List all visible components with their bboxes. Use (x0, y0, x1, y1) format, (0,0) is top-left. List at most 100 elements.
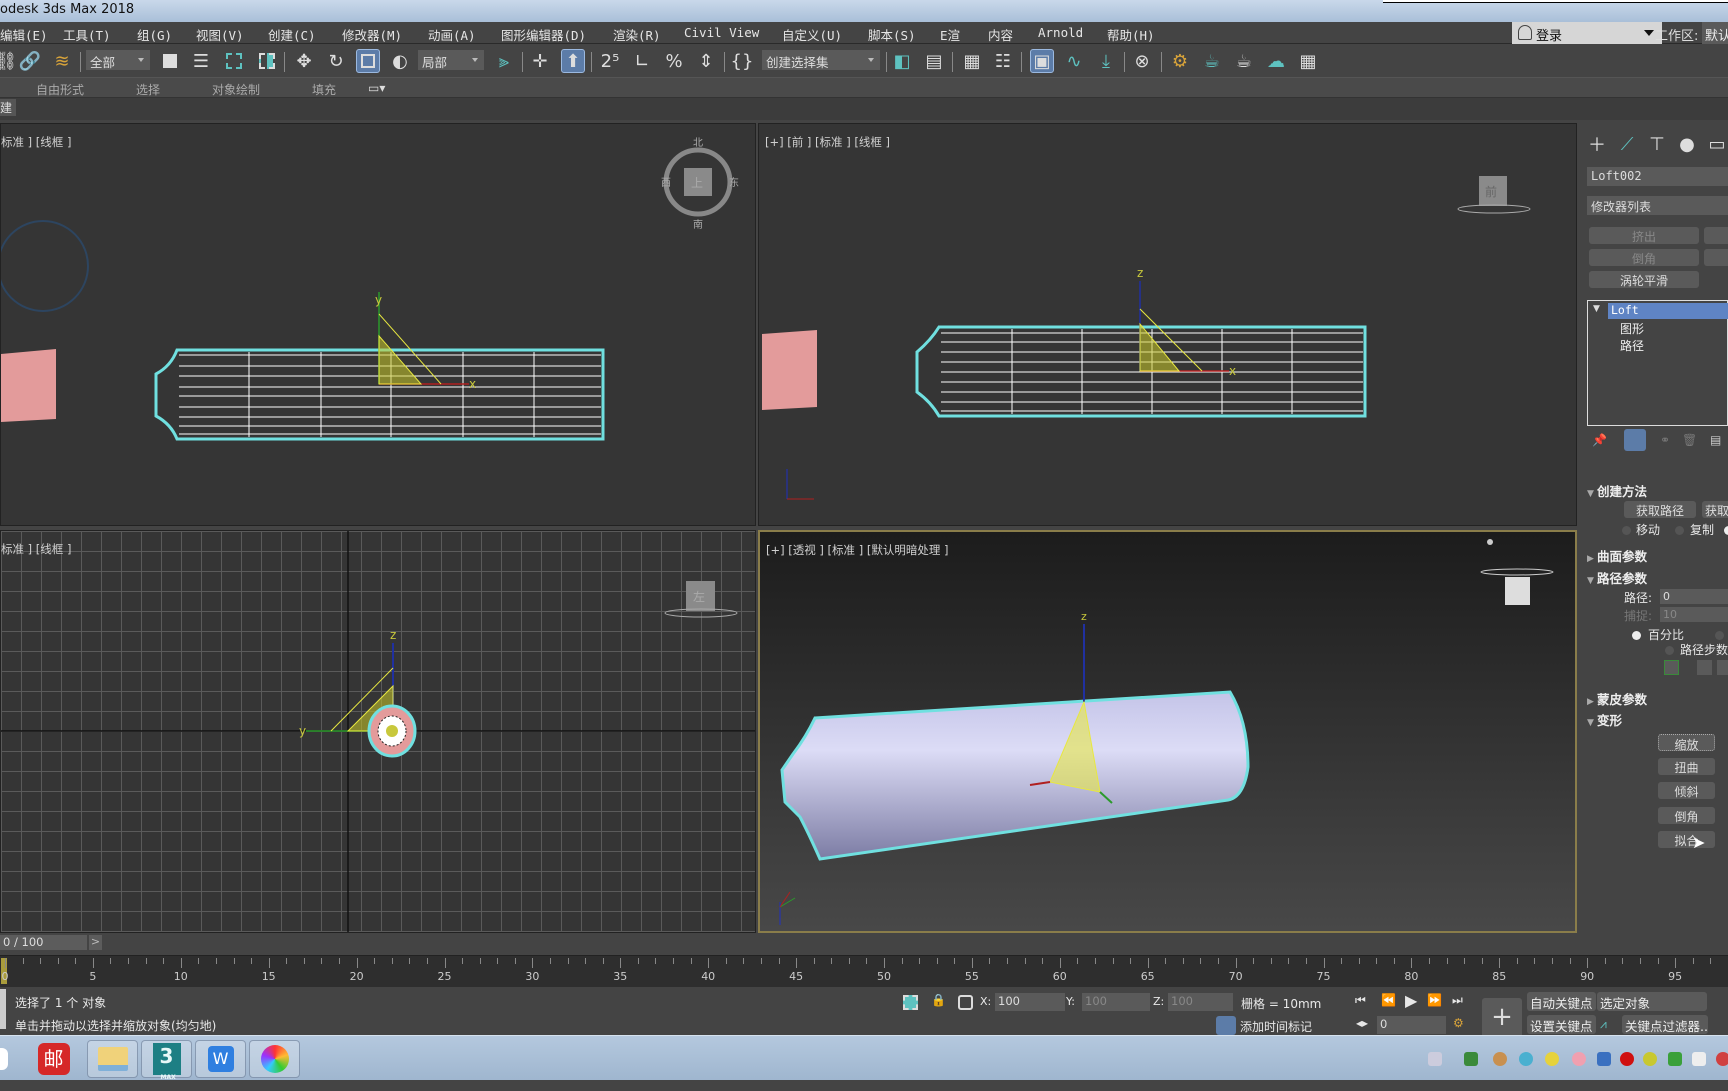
key-mode-toggle-icon[interactable]: ◂▸ (1356, 1016, 1368, 1030)
usb-icon[interactable] (1464, 1052, 1478, 1066)
pin-stack-icon[interactable]: 📌 (1592, 433, 1607, 447)
set-key-big-icon[interactable]: + (1482, 998, 1522, 1039)
key-filters-button[interactable]: 关键点过滤器... (1622, 1015, 1708, 1034)
tab-freeform[interactable]: 自由形式 (36, 81, 84, 98)
maxscript-listener[interactable] (0, 989, 6, 1029)
set-key-button[interactable]: 设置关键点 (1527, 1015, 1596, 1034)
music-app-icon[interactable] (1545, 1052, 1559, 1066)
current-frame-input[interactable]: 0 (1377, 1016, 1446, 1034)
go-to-end-icon[interactable]: ⏭ (1452, 993, 1463, 1008)
align-icon[interactable]: ▤ (922, 49, 946, 73)
rollout-creation-method[interactable]: ▼ 创建方法 (1587, 481, 1647, 500)
deform-bevel-button[interactable]: 倒角 (1658, 807, 1715, 824)
scene-explorer-icon[interactable]: ▦ (960, 49, 984, 73)
radio-move[interactable] (1622, 526, 1631, 535)
viewport-perspective[interactable]: [+] [透视 ] [标准 ] [默认明暗处理 ] z (758, 530, 1577, 933)
environment-map-icon[interactable]: ▦ (1296, 49, 1320, 73)
key-filter-icon[interactable]: ⩘ (1600, 1017, 1607, 1032)
path-value-input[interactable]: 0 (1660, 589, 1728, 604)
mirror-icon[interactable]: ◧ (890, 49, 914, 73)
stack-item-path[interactable]: 路径 (1620, 337, 1644, 354)
selection-filter-dropdown[interactable]: 全部 (86, 50, 150, 70)
play-icon[interactable]: ▶ (1405, 991, 1417, 1010)
lock-selection-icon[interactable]: 🔒 (931, 993, 946, 1007)
select-by-name-icon[interactable]: ☰ (189, 49, 213, 73)
modeling-label[interactable]: 建模 (0, 99, 16, 116)
menu-content[interactable]: 内容 (988, 25, 1013, 44)
edit-named-selection-icon[interactable]: {} (730, 49, 754, 73)
menu-customize[interactable]: 自定义(U) (782, 25, 842, 44)
time-slider-handle[interactable]: 0 / 100 (0, 935, 87, 950)
curve-editor-icon[interactable]: ∿ (1062, 49, 1086, 73)
menu-arnold[interactable]: Arnold (1038, 25, 1083, 40)
login-dropdown[interactable]: 登录 (1512, 22, 1662, 44)
auto-key-button[interactable]: 自动关键点 (1527, 992, 1596, 1011)
make-unique-icon[interactable]: ⚭ (1660, 433, 1670, 447)
monkey-app-icon[interactable] (1493, 1052, 1507, 1066)
rollout-path-params[interactable]: ▼ 路径参数 (1587, 568, 1647, 587)
key-mode-dropdown[interactable]: 选定对象 (1597, 992, 1707, 1011)
taskbar-3ds-max[interactable]: 3 MAX (141, 1040, 192, 1081)
z-coordinate-input[interactable]: 100 (1168, 993, 1233, 1011)
hierarchy-tab-icon[interactable]: ⊤ (1644, 131, 1670, 157)
expand-icon[interactable]: ▼ (1593, 304, 1600, 314)
place-icon[interactable]: ◐ (388, 49, 412, 73)
viewport-front[interactable]: [+] [前 ] [标准 ] [线框 ] z x 前 (758, 123, 1577, 526)
deform-fit-button[interactable]: 拟合 (1658, 831, 1715, 848)
window-crossing-icon[interactable] (255, 49, 279, 73)
rectangular-selection-icon[interactable] (222, 49, 246, 73)
render-cloud-icon[interactable]: ☁ (1264, 49, 1288, 73)
taskbar-mail-app[interactable]: 邮 (28, 1040, 79, 1078)
previous-frame-icon[interactable]: ⏪ (1381, 993, 1396, 1007)
remove-modifier-icon[interactable]: 🗑 (1682, 433, 1697, 447)
tab-object-paint[interactable]: 对象绘制 (212, 81, 260, 98)
previous-shape-icon[interactable] (1697, 660, 1712, 675)
menu-help[interactable]: 帮助(H) (1107, 25, 1155, 44)
deform-scale-button[interactable]: 缩放 (1658, 734, 1715, 752)
viewport-top[interactable]: 标准 ] [线框 ] y x 上 北 南 东 西 (0, 123, 756, 526)
rollout-skin-params[interactable]: ▶ 蒙皮参数 (1587, 689, 1647, 708)
quick-button-blank[interactable] (1704, 249, 1728, 266)
menu-tools[interactable]: 工具(T) (63, 25, 111, 44)
next-frame-icon[interactable]: > (89, 935, 102, 950)
object-name-field[interactable]: Loft002 (1587, 167, 1728, 186)
menu-rendering[interactable]: 渲染(R) (613, 25, 661, 44)
menu-edit[interactable]: 编辑(E) (0, 25, 48, 44)
rollout-deformations[interactable]: ▼ 变形 (1587, 710, 1622, 729)
menu-civil-view[interactable]: Civil View (684, 25, 759, 40)
y-coordinate-input[interactable]: 100 (1082, 993, 1150, 1011)
render-production-icon[interactable]: ☕ (1232, 49, 1256, 73)
radio-distance[interactable] (1715, 631, 1724, 640)
next-frame-icon[interactable]: ⏩ (1427, 993, 1442, 1007)
create-tab-icon[interactable]: ＋ (1584, 131, 1610, 157)
radio-path-steps[interactable] (1665, 646, 1674, 655)
x-coordinate-input[interactable]: 100 (995, 993, 1065, 1011)
menu-create[interactable]: 创建(C) (268, 25, 316, 44)
schematic-view-icon[interactable]: ⤓ (1094, 49, 1118, 73)
ribbon-options-icon[interactable]: ▭▾ (368, 81, 385, 95)
taskbar-file-explorer[interactable] (87, 1040, 138, 1078)
turbosmooth-button[interactable]: 涡轮平滑 (1589, 271, 1699, 288)
modify-tab-icon[interactable]: ⟋ (1614, 131, 1640, 157)
get-shape-button[interactable]: 获取 (1702, 501, 1728, 518)
menu-scripting[interactable]: 脚本(S) (868, 25, 916, 44)
time-tag-icon[interactable] (1216, 1016, 1236, 1035)
tab-selection[interactable]: 选择 (136, 81, 160, 98)
select-manipulate-icon[interactable]: ✛ (528, 49, 552, 73)
deform-teeter-button[interactable]: 倾斜 (1658, 782, 1715, 799)
scale-icon[interactable] (356, 49, 380, 73)
network-app-icon[interactable] (1519, 1052, 1533, 1066)
tab-populate[interactable]: 填充 (312, 81, 336, 98)
percent-snap-icon[interactable]: % (662, 49, 686, 73)
get-path-button[interactable]: 获取路径 (1624, 501, 1696, 518)
viewport-left[interactable]: 标准 ] [线框 ] z y 左 (0, 530, 756, 933)
pick-shape-icon[interactable] (1664, 660, 1679, 675)
menu-graph-editors[interactable]: 图形编辑器(D) (501, 25, 586, 44)
show-end-result-icon[interactable] (1624, 429, 1646, 451)
snap-value-input[interactable]: 10 (1660, 607, 1728, 622)
move-icon[interactable]: ✥ (292, 49, 316, 73)
unlink-icon[interactable]: 🔗 (18, 49, 42, 73)
keyboard-shortcut-override-icon[interactable]: ⬆ (561, 49, 585, 73)
isolate-selection-icon[interactable] (903, 995, 918, 1010)
rollout-surface-params[interactable]: ▶ 曲面参数 (1587, 546, 1647, 565)
